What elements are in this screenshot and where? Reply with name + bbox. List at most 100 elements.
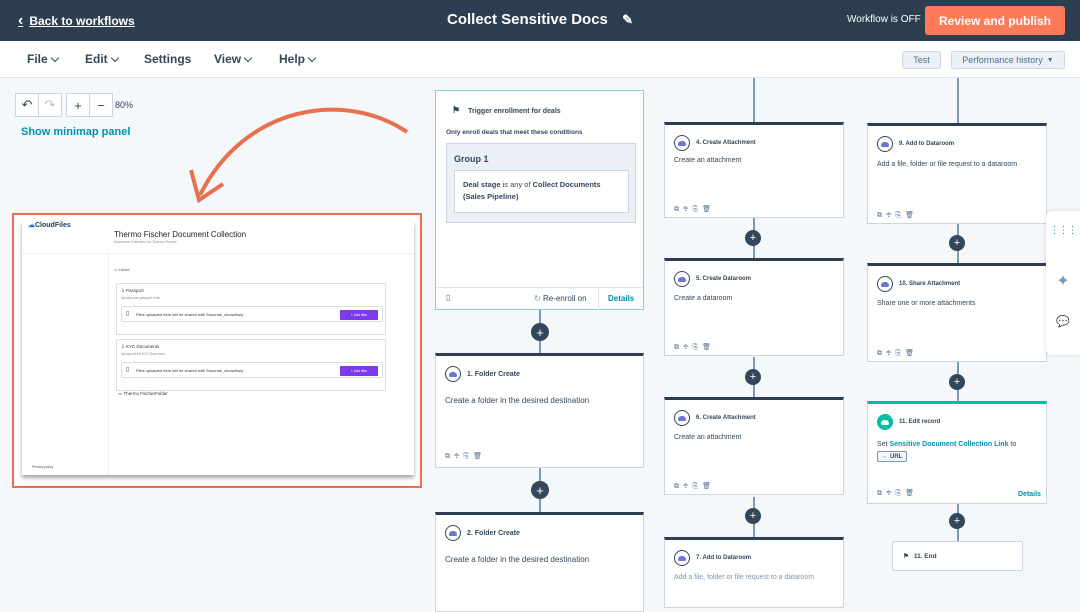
zoom-in-button[interactable]: + <box>66 93 90 117</box>
card-tools[interactable]: ⧉✥⎘🗑 <box>877 489 918 498</box>
divider <box>108 253 109 475</box>
add-files-button[interactable]: + Add files <box>340 310 378 320</box>
add-files-button[interactable]: + Add files <box>340 366 378 376</box>
action-card[interactable]: 6. Create Attachment Create an attachmen… <box>664 397 844 495</box>
menu-help-label: Help <box>279 52 306 66</box>
edit-record-card[interactable]: 11. Edit record Set Sensitive Document C… <box>867 401 1047 504</box>
plus-icon: + <box>749 370 757 383</box>
cloudfiles-icon <box>674 271 690 287</box>
action-card[interactable]: 4. Create Attachment Create an attachmen… <box>664 122 844 218</box>
cloudfiles-icon <box>445 525 461 541</box>
group-label: Group 1 <box>454 154 489 164</box>
cloudfiles-icon <box>674 550 690 566</box>
menu-help[interactable]: Help <box>279 52 317 66</box>
step-title: 6. Create Attachment <box>696 415 756 421</box>
token-label: URL <box>890 453 903 460</box>
reenroll-toggle[interactable]: ↻ Re-enroll on <box>534 294 587 303</box>
add-action-button[interactable]: + <box>531 323 549 341</box>
section-title-text: Passport <box>126 288 144 293</box>
menu-edit[interactable]: Edit <box>85 52 119 66</box>
test-button[interactable]: Test <box>902 51 941 69</box>
add-action-button[interactable]: + <box>745 508 761 524</box>
divider <box>436 287 643 288</box>
section-sub: Upload your passport here. <box>121 296 161 300</box>
cloudfiles-logo: ☁CloudFiles <box>28 221 71 229</box>
edit-record-details-link[interactable]: Details <box>1018 491 1041 498</box>
chevron-down-icon <box>243 53 253 62</box>
plus-icon: + <box>953 375 961 388</box>
add-action-button[interactable]: + <box>949 513 965 529</box>
action-card[interactable]: 5. Create Dataroom Create a dataroom ⧉✥⎘… <box>664 258 844 356</box>
divider <box>598 287 599 310</box>
minus-icon: − <box>97 97 105 113</box>
add-action-button[interactable]: + <box>949 374 965 390</box>
plus-icon: + <box>953 236 961 249</box>
card-header: 11. Edit record <box>877 414 940 430</box>
url-token[interactable]: ⇔ URL <box>877 451 908 462</box>
redo-button[interactable]: ↷ <box>38 93 62 117</box>
menu-view[interactable]: View <box>214 52 253 66</box>
card-tools[interactable]: ⧉✥⎘🗑 <box>445 452 486 461</box>
step-title: 5. Create Dataroom <box>696 276 752 282</box>
chat-icon[interactable]: 💬 <box>1046 315 1080 328</box>
undo-icon: ↶ <box>21 97 33 112</box>
review-publish-button[interactable]: Review and publish <box>925 6 1065 35</box>
step-desc: Create an attachment <box>674 434 742 441</box>
cloudfiles-icon <box>445 366 461 382</box>
undo-button[interactable]: ↶ <box>15 93 39 117</box>
preview-title: Thermo Fischer Document Collection <box>114 230 247 239</box>
drop-zone[interactable]: ▯ Files uploaded here will be shared wit… <box>121 362 383 378</box>
trigger-condition: Only enroll deals that meet these condit… <box>446 129 583 136</box>
add-action-button[interactable]: + <box>949 235 965 251</box>
card-tools[interactable]: ⧉✥⎘🗑 <box>674 343 715 352</box>
drop-zone[interactable]: ▯ Files uploaded here will be shared wit… <box>121 306 383 322</box>
step-title: 11. Edit record <box>899 419 941 425</box>
menu-file[interactable]: File <box>27 52 59 66</box>
copy-icon[interactable]: ▯ <box>446 293 450 302</box>
chevron-down-icon <box>110 53 119 62</box>
trigger-card[interactable]: ⚑ Trigger enrollment for deals Only enrol… <box>435 90 644 310</box>
add-action-button[interactable]: + <box>531 481 549 499</box>
action-card[interactable]: 10. Share Attachment Share one or more a… <box>867 263 1047 362</box>
apps-grid-icon[interactable]: ⋮⋮⋮ <box>1046 225 1080 236</box>
flag-icon: ⚑ <box>452 105 461 115</box>
add-action-button[interactable]: + <box>745 369 761 385</box>
preview-page: ☁CloudFiles Thermo Fischer Document Coll… <box>22 221 414 475</box>
cloudfiles-icon <box>674 410 690 426</box>
end-label: ⚑ 11. End <box>903 552 937 560</box>
card-header: 10. Share Attachment <box>877 276 960 292</box>
action-card[interactable]: 9. Add to Dataroom Add a file, folder or… <box>867 123 1047 224</box>
section-title: ⇩ Passport <box>121 288 144 293</box>
zoom-out-button[interactable]: − <box>89 93 113 117</box>
trigger-details-link[interactable]: Details <box>608 294 634 303</box>
pencil-icon[interactable]: ✎ <box>622 12 633 28</box>
filter-box[interactable]: Deal stage is any of Collect Documents (… <box>454 170 629 213</box>
action-card[interactable]: 2. Folder Create Create a folder in the … <box>435 512 644 612</box>
menu-view-label: View <box>214 52 242 66</box>
to-text: to <box>1008 441 1017 448</box>
end-title: 11. End <box>913 553 937 560</box>
sparkle-icon[interactable]: ✦ <box>1046 271 1080 291</box>
trigger-title: ⚑ Trigger enrollment for deals <box>452 105 561 116</box>
show-minimap-link[interactable]: Show minimap panel <box>21 126 130 138</box>
preview-subtitle: Document Collection for Thermo Fischer <box>114 240 177 244</box>
action-card[interactable]: 7. Add to Dataroom Add a file, folder or… <box>664 537 844 608</box>
folder-icon: ▭ <box>118 391 123 396</box>
card-tools[interactable]: ⧉✥⎘🗑 <box>877 349 918 358</box>
card-tools[interactable]: ⧉✥⎘🗑 <box>877 211 918 220</box>
end-card[interactable]: ⚑ 11. End <box>892 541 1023 571</box>
add-action-button[interactable]: + <box>745 230 761 246</box>
plus-icon: + <box>953 514 961 527</box>
privacy-link[interactable]: Privacy policy <box>32 465 53 469</box>
step-desc: Create a dataroom <box>674 295 733 302</box>
plus-icon: + <box>749 509 757 522</box>
right-rail: ⋮⋮⋮ ✦ 💬 <box>1046 211 1080 355</box>
performance-history-button[interactable]: Performance history ▼ <box>951 51 1065 69</box>
menu-settings[interactable]: Settings <box>144 52 191 66</box>
connector-line <box>957 78 959 123</box>
drop-text: Files uploaded here will be shared with … <box>136 312 244 317</box>
folder-icon: ▭ <box>114 267 118 272</box>
card-tools[interactable]: ⧉✥⎘🗑 <box>674 205 715 214</box>
card-tools[interactable]: ⧉✥⎘🗑 <box>674 482 715 491</box>
action-card[interactable]: 1. Folder Create Create a folder in the … <box>435 353 644 468</box>
